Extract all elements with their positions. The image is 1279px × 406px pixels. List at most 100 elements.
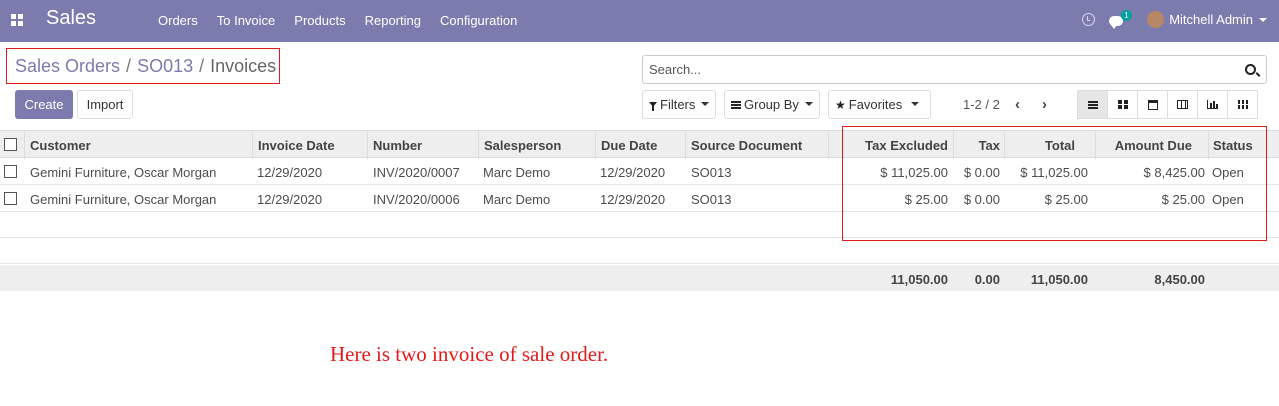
filters-label: Filters [660,97,696,112]
kanban-view-button[interactable] [1107,90,1138,119]
group-by-icon [731,100,741,109]
apps-menu-icon[interactable] [11,14,23,26]
calendar-view-button[interactable] [1137,90,1168,119]
list-view-button[interactable] [1077,90,1108,119]
column-divider [252,131,253,159]
column-divider [24,131,25,159]
navbar-systray: 1 Mitchell Admin [1082,9,1267,29]
group-by-label: Group By [744,97,799,112]
menu-products[interactable]: Products [294,13,345,28]
column-amount-due[interactable]: Amount Due [1115,138,1192,153]
favorites-label: Favorites [848,97,903,112]
search-icon[interactable] [1245,64,1256,75]
pager-value[interactable]: 1-2 / 2 [963,97,1000,112]
user-menu-caret-icon [1259,17,1267,22]
cell-customer: Gemini Furniture, Oscar Morgan [30,192,217,207]
cell-status: Open [1212,192,1244,207]
create-button[interactable]: Create [15,90,73,119]
import-button[interactable]: Import [77,90,133,119]
menu-orders[interactable]: Orders [158,13,198,28]
cell-tax: $ 0.00 [963,192,1000,207]
cell-tax-excluded: $ 11,025.00 [880,165,948,180]
column-status[interactable]: Status [1213,138,1253,153]
column-invoice-date[interactable]: Invoice Date [258,138,335,153]
empty-row [0,212,1279,238]
search-box [642,55,1267,84]
table-row[interactable]: Gemini Furniture, Oscar Morgan 12/29/202… [0,158,1279,185]
column-number[interactable]: Number [373,138,422,153]
cell-salesperson: Marc Demo [483,192,551,207]
cell-amount-due: $ 25.00 [1161,192,1205,207]
pivot-view-icon [1177,100,1188,109]
chevron-down-icon [911,101,920,106]
cell-number: INV/2020/0006 [373,192,460,207]
column-divider [595,131,596,159]
empty-row [0,238,1279,264]
messaging-menu[interactable]: 1 [1109,9,1132,29]
graph-view-icon [1207,100,1218,109]
activity-clock-icon[interactable] [1082,13,1096,26]
chevron-down-icon [804,101,813,106]
breadcrumb: Sales Orders / SO013 / Invoices [6,48,280,84]
pivot-view-button[interactable] [1167,90,1198,119]
cell-source-document: SO013 [691,192,732,207]
column-divider [1004,131,1005,159]
cell-salesperson: Marc Demo [483,165,551,180]
favorites-dropdown[interactable]: ★ Favorites [828,90,931,119]
table-row[interactable]: Gemini Furniture, Oscar Morgan 12/29/202… [0,185,1279,212]
cell-source-document: SO013 [691,165,732,180]
breadcrumb-invoices: Invoices [210,55,277,76]
menu-to-invoice[interactable]: To Invoice [217,13,276,28]
column-total[interactable]: Total [1045,138,1075,153]
total-total: 11,050.00 [1030,272,1088,287]
table-footer-totals: 11,050.00 0.00 11,050.00 8,450.00 [0,265,1279,291]
invoice-list: Customer Invoice Date Number Salesperson… [0,130,1279,264]
chevron-down-icon [701,101,710,106]
pager-next-icon[interactable]: › [1042,96,1047,113]
column-divider [1208,131,1209,159]
row-checkbox[interactable] [4,165,17,178]
filters-dropdown[interactable]: Filters [642,90,717,119]
menu-configuration[interactable]: Configuration [440,13,517,28]
activity-view-icon [1237,100,1248,109]
app-name[interactable]: Sales [46,7,96,30]
avatar [1147,11,1165,28]
column-customer[interactable]: Customer [30,138,91,153]
column-tax[interactable]: Tax [979,138,1000,153]
total-amount-due: 8,450.00 [1154,272,1205,287]
main-menu: Orders To Invoice Products Reporting Con… [158,13,536,28]
breadcrumb-order[interactable]: SO013 [137,56,193,77]
breadcrumb-separator: / [199,55,205,76]
column-divider [953,131,954,159]
column-tax-excluded[interactable]: Tax Excluded [865,138,948,153]
column-due-date[interactable]: Due Date [601,138,657,153]
column-divider [828,131,829,159]
graph-view-button[interactable] [1197,90,1228,119]
cell-invoice-date: 12/29/2020 [257,192,323,207]
column-divider [685,131,686,159]
cell-due-date: 12/29/2020 [600,165,666,180]
star-icon: ★ [835,97,846,112]
user-menu[interactable]: Mitchell Admin [1169,12,1253,27]
total-tax-excluded: 11,050.00 [890,272,948,287]
total-tax: 0.00 [974,272,1000,287]
cell-due-date: 12/29/2020 [600,192,666,207]
breadcrumb-sales-orders[interactable]: Sales Orders [15,56,120,77]
search-input[interactable] [649,62,1229,77]
cell-status: Open [1212,165,1244,180]
column-source-document[interactable]: Source Document [691,138,802,153]
column-divider [367,131,368,159]
activity-view-button[interactable] [1227,90,1258,119]
cell-number: INV/2020/0007 [373,165,460,180]
cell-tax: $ 0.00 [963,165,1000,180]
row-checkbox[interactable] [4,192,17,205]
column-salesperson[interactable]: Salesperson [484,138,561,153]
cell-total: $ 25.00 [1044,192,1088,207]
select-all-checkbox[interactable] [4,138,17,151]
annotation-note: Here is two invoice of sale order. [330,342,609,366]
menu-reporting[interactable]: Reporting [365,13,421,28]
filter-icon [649,102,657,111]
pager-previous-icon[interactable]: ‹ [1015,96,1020,113]
cell-customer: Gemini Furniture, Oscar Morgan [30,165,217,180]
group-by-dropdown[interactable]: Group By [724,90,820,119]
